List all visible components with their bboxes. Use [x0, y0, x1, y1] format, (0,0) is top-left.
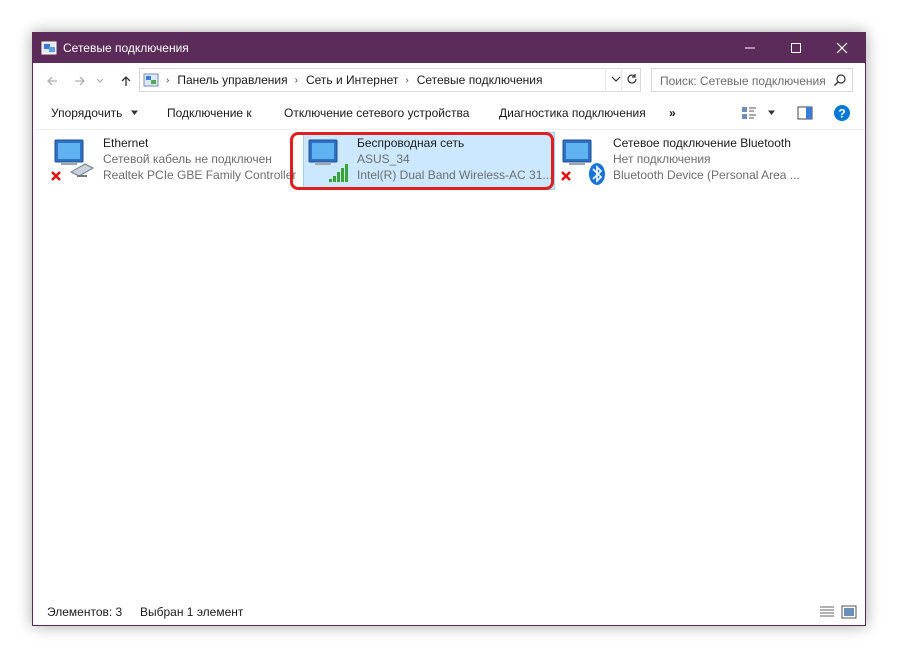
connect-to-button[interactable]: Подключение к — [167, 106, 252, 120]
minimize-icon — [745, 47, 755, 49]
bluetooth-disconnected-icon — [561, 139, 605, 185]
more-commands-button[interactable]: » — [669, 106, 676, 120]
back-button[interactable] — [43, 72, 61, 90]
connections-list: Ethernet Сетевой кабель не подключен Rea… — [33, 130, 865, 599]
minimize-button[interactable] — [727, 33, 773, 63]
breadcrumb-network-connections[interactable]: Сетевые подключения — [417, 73, 543, 87]
preview-pane-button[interactable] — [797, 105, 813, 124]
refresh-button[interactable] — [621, 68, 642, 90]
command-bar: Упорядочить Подключение к Отключение сет… — [33, 99, 865, 130]
arrow-left-icon — [47, 76, 57, 86]
search-input[interactable] — [658, 71, 834, 91]
connection-bluetooth[interactable]: Сетевое подключение Bluetooth Нет подклю… — [557, 136, 837, 192]
breadcrumb-separator[interactable]: › — [405, 75, 408, 86]
item-count: Элементов: 3 — [47, 605, 123, 619]
svg-text:?: ? — [838, 107, 845, 121]
connection-device: Bluetooth Device (Personal Area ... — [613, 168, 800, 182]
search-box — [651, 68, 853, 92]
up-button[interactable] — [117, 72, 135, 90]
organize-label: Упорядочить — [51, 106, 123, 120]
breadcrumb-control-panel[interactable]: Панель управления — [177, 73, 287, 87]
chevron-down-icon — [768, 110, 775, 115]
breadcrumb-network-internet[interactable]: Сеть и Интернет — [306, 73, 398, 87]
disable-device-button[interactable]: Отключение сетевого устройства — [284, 106, 469, 120]
maximize-button[interactable] — [773, 33, 819, 63]
view-options-icon — [742, 107, 756, 119]
arrow-up-icon — [121, 76, 131, 86]
arrow-right-icon — [75, 76, 85, 86]
address-box[interactable]: › Панель управления › Сеть и Интернет › … — [139, 68, 641, 92]
network-folder-icon — [41, 41, 57, 55]
diagnose-button[interactable]: Диагностика подключения — [499, 106, 646, 120]
chevron-down-icon — [96, 78, 104, 83]
breadcrumb-separator[interactable]: › — [295, 75, 298, 86]
breadcrumb-separator: › — [166, 74, 170, 86]
connection-name: Сетевое подключение Bluetooth — [613, 136, 791, 150]
chevron-down-icon — [611, 76, 621, 82]
recent-locations-button[interactable] — [91, 72, 109, 90]
close-button[interactable] — [819, 33, 865, 63]
organize-button[interactable]: Упорядочить — [51, 106, 139, 120]
connection-status: Сетевой кабель не подключен — [103, 152, 272, 166]
control-panel-icon — [143, 73, 159, 87]
ethernet-disconnected-icon — [51, 139, 95, 181]
title-bar[interactable]: Сетевые подключения — [33, 33, 865, 63]
connection-status: Нет подключения — [613, 152, 711, 166]
large-icons-view-icon[interactable] — [841, 604, 857, 620]
change-view-button[interactable] — [741, 105, 757, 124]
view-dropdown-button[interactable] — [767, 106, 776, 120]
close-icon — [836, 42, 848, 54]
maximize-icon — [791, 43, 801, 53]
connection-device: Realtek PCIe GBE Family Controller — [103, 168, 297, 182]
chevron-down-icon — [130, 110, 138, 115]
refresh-icon — [627, 74, 637, 84]
help-icon: ? — [834, 105, 850, 121]
network-connections-window: Сетевые подключения › Панель управления … — [32, 32, 866, 626]
status-bar: Элементов: 3 Выбран 1 элемент — [33, 599, 865, 625]
forward-button[interactable] — [71, 72, 89, 90]
annotation-highlight-ring — [290, 132, 554, 190]
help-button[interactable]: ? — [833, 104, 851, 125]
address-bar: › Панель управления › Сеть и Интернет › … — [33, 63, 865, 99]
window-title: Сетевые подключения — [63, 41, 189, 55]
details-view-icon[interactable] — [819, 604, 835, 620]
selection-count: Выбран 1 элемент — [140, 605, 244, 619]
connection-name: Ethernet — [103, 136, 149, 150]
search-icon[interactable] — [833, 73, 847, 87]
connection-ethernet[interactable]: Ethernet Сетевой кабель не подключен Rea… — [49, 136, 299, 192]
preview-pane-icon — [797, 106, 813, 120]
